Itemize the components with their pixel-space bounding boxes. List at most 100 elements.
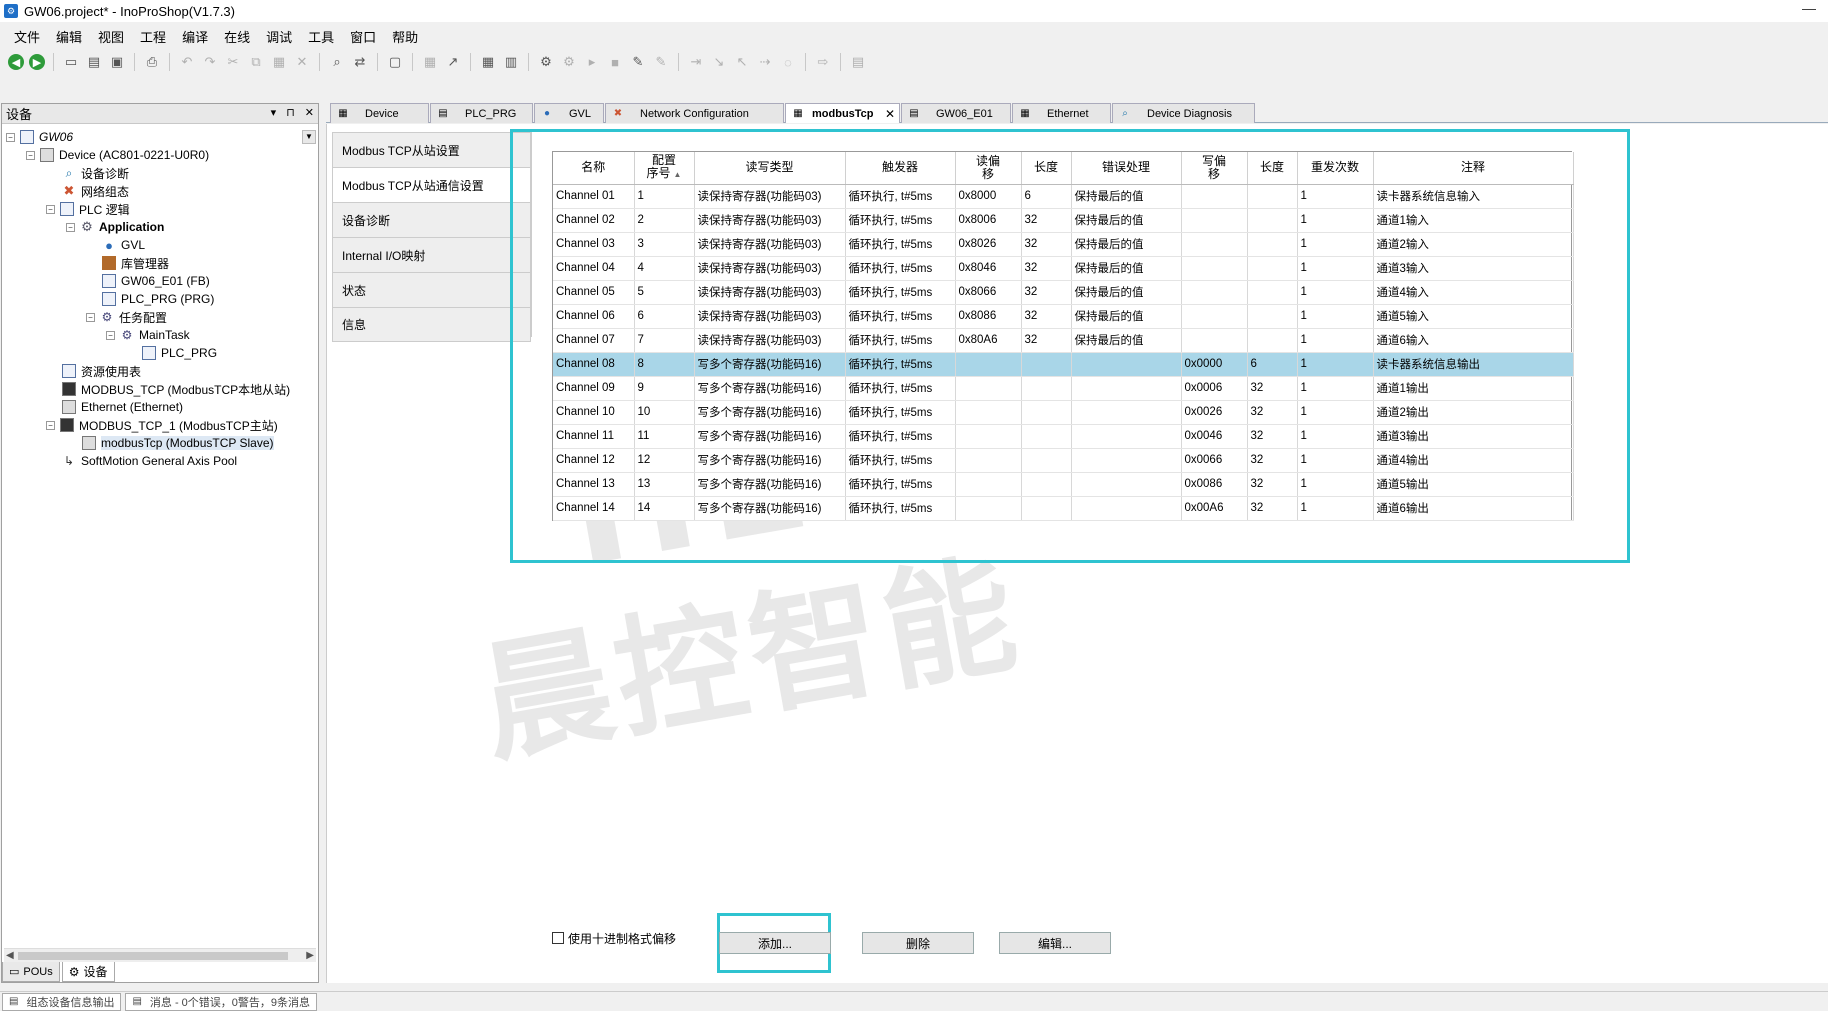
delete-button[interactable]: 删除 xyxy=(862,932,974,954)
table-cell[interactable] xyxy=(955,352,1022,377)
table-cell[interactable]: 0x8046 xyxy=(955,256,1022,281)
table-row[interactable]: Channel 05 5 读保持寄存器(功能码03) 循环执行, t#5ms 0x806… xyxy=(553,280,1574,305)
table-cell[interactable]: 1 xyxy=(1297,376,1374,401)
table-cell[interactable]: 通道4输入 xyxy=(1373,280,1574,305)
table-cell[interactable]: 读保持寄存器(功能码03) xyxy=(694,184,846,209)
table-cell[interactable]: 32 xyxy=(1247,424,1298,449)
table-cell[interactable] xyxy=(1071,448,1182,473)
column-header[interactable]: 名称 xyxy=(553,152,635,185)
table-cell[interactable]: 11 xyxy=(634,424,695,449)
login-icon[interactable]: ⚙ xyxy=(537,53,555,71)
table-cell[interactable]: 通道6输出 xyxy=(1373,496,1574,521)
build-icon[interactable]: ▦ xyxy=(479,53,497,71)
table-cell[interactable]: Channel 08 xyxy=(553,352,635,377)
table-cell[interactable]: 0x0046 xyxy=(1181,424,1248,449)
table-cell[interactable]: 读保持寄存器(功能码03) xyxy=(694,256,846,281)
column-header[interactable]: 长度 xyxy=(1021,152,1072,185)
column-header[interactable]: 读偏移 xyxy=(955,152,1022,185)
column-header[interactable]: 重发次数 xyxy=(1297,152,1374,185)
table-cell[interactable]: 6 xyxy=(634,304,695,329)
collapse-icon[interactable]: − xyxy=(86,312,95,322)
tree-resource-table[interactable]: 资源使用表 xyxy=(62,362,141,380)
menu-debug[interactable]: 调试 xyxy=(258,27,300,46)
table-cell[interactable]: 读保持寄存器(功能码03) xyxy=(694,304,846,329)
table-cell[interactable]: 32 xyxy=(1021,256,1072,281)
tree-ethernet[interactable]: Ethernet (Ethernet) xyxy=(62,398,183,416)
tab-pous[interactable]: ▭ POUs xyxy=(2,962,60,982)
table-cell[interactable]: 循环执行, t#5ms xyxy=(845,232,956,257)
table-cell[interactable]: 通道5输出 xyxy=(1373,472,1574,497)
table-cell[interactable]: 通道5输入 xyxy=(1373,304,1574,329)
nav-slave-settings[interactable]: Modbus TCP从站设置 xyxy=(332,132,531,167)
table-cell[interactable] xyxy=(1181,328,1248,353)
save-icon[interactable]: ▣ xyxy=(108,53,126,71)
table-row[interactable]: Channel 01 1 读保持寄存器(功能码03) 循环执行, t#5ms 0x800… xyxy=(553,184,1574,209)
table-row[interactable]: Channel 14 14 写多个寄存器(功能码16) 循环执行, t#5ms 0x00… xyxy=(553,496,1574,521)
select-all-icon[interactable]: ▢ xyxy=(386,53,404,71)
table-cell[interactable]: 0x8026 xyxy=(955,232,1022,257)
tree-modbus-slave[interactable]: modbusTcp (ModbusTCP Slave) xyxy=(82,434,274,452)
table-cell[interactable]: 32 xyxy=(1247,400,1298,425)
status-device-output[interactable]: ▤ 组态设备信息输出 xyxy=(2,992,122,1011)
step-into-icon[interactable]: ↘ xyxy=(710,53,728,71)
menu-project[interactable]: 工程 xyxy=(132,27,174,46)
table-cell[interactable]: 写多个寄存器(功能码16) xyxy=(694,424,846,449)
tree-library-manager[interactable]: 库管理器 xyxy=(102,254,169,272)
table-cell[interactable]: 5 xyxy=(634,280,695,305)
table-cell[interactable]: 循环执行, t#5ms xyxy=(845,496,956,521)
table-cell[interactable]: 读保持寄存器(功能码03) xyxy=(694,280,846,305)
table-cell[interactable]: 1 xyxy=(1297,304,1374,329)
menu-window[interactable]: 窗口 xyxy=(342,27,384,46)
table-cell[interactable]: Channel 10 xyxy=(553,400,635,425)
horizontal-scrollbar[interactable]: ◀ ▶ xyxy=(4,948,316,962)
table-cell[interactable]: 1 xyxy=(1297,448,1374,473)
table-cell[interactable]: 循环执行, t#5ms xyxy=(845,208,956,233)
table-cell[interactable]: 循环执行, t#5ms xyxy=(845,280,956,305)
tab-gvl[interactable]: ● GVL xyxy=(534,103,604,123)
breakpoint-icon[interactable]: ◌ xyxy=(779,53,797,71)
column-header[interactable]: 触发器 xyxy=(845,152,956,185)
table-cell[interactable] xyxy=(1247,208,1298,233)
add-button[interactable]: 添加... xyxy=(719,932,831,954)
table-cell[interactable]: 保持最后的值 xyxy=(1071,256,1182,281)
paste-icon[interactable]: ▦ xyxy=(270,53,288,71)
forward-icon[interactable]: ▶ xyxy=(29,54,45,70)
minimize-button[interactable]: — xyxy=(1802,0,1816,16)
table-cell[interactable]: 32 xyxy=(1247,448,1298,473)
table-row[interactable]: Channel 06 6 读保持寄存器(功能码03) 循环执行, t#5ms 0x808… xyxy=(553,304,1574,329)
table-cell[interactable]: 读保持寄存器(功能码03) xyxy=(694,328,846,353)
menu-online[interactable]: 在线 xyxy=(216,27,258,46)
table-cell[interactable] xyxy=(1021,424,1072,449)
table-cell[interactable] xyxy=(1247,280,1298,305)
find-icon[interactable]: ⌕ xyxy=(328,53,346,71)
table-cell[interactable] xyxy=(1247,184,1298,209)
scrollbar-thumb[interactable] xyxy=(18,952,288,960)
table-row[interactable]: Channel 10 10 写多个寄存器(功能码16) 循环执行, t#5ms 0x00… xyxy=(553,400,1574,425)
table-cell[interactable]: 32 xyxy=(1021,232,1072,257)
table-cell[interactable] xyxy=(1071,424,1182,449)
table-cell[interactable]: 1 xyxy=(1297,280,1374,305)
table-cell[interactable]: 0x00A6 xyxy=(1181,496,1248,521)
table-cell[interactable]: 循环执行, t#5ms xyxy=(845,304,956,329)
nav-io-mapping[interactable]: Internal I/O映射 xyxy=(332,237,531,272)
export-icon[interactable]: ↗ xyxy=(444,53,462,71)
table-cell[interactable]: 循环执行, t#5ms xyxy=(845,256,956,281)
nav-device-diagnosis[interactable]: 设备诊断 xyxy=(332,202,531,237)
table-cell[interactable]: 12 xyxy=(634,448,695,473)
table-cell[interactable]: 保持最后的值 xyxy=(1071,208,1182,233)
panel-menu-icon[interactable]: ▾ xyxy=(271,106,277,119)
table-cell[interactable]: 7 xyxy=(634,328,695,353)
menu-tools[interactable]: 工具 xyxy=(300,27,342,46)
back-icon[interactable]: ◀ xyxy=(8,54,24,70)
table-cell[interactable]: 通道1输出 xyxy=(1373,376,1574,401)
table-cell[interactable]: 读卡器系统信息输出 xyxy=(1373,352,1574,377)
tree-application[interactable]: − ⚙ Application xyxy=(66,218,164,236)
table-row[interactable]: Channel 04 4 读保持寄存器(功能码03) 循环执行, t#5ms 0x804… xyxy=(553,256,1574,281)
scroll-left-icon[interactable]: ◀ xyxy=(6,949,14,963)
step-over-icon[interactable]: ⇥ xyxy=(687,53,705,71)
column-header[interactable]: 写偏移 xyxy=(1181,152,1248,185)
table-cell[interactable]: 循环执行, t#5ms xyxy=(845,472,956,497)
menu-build[interactable]: 编译 xyxy=(174,27,216,46)
table-cell[interactable]: 32 xyxy=(1021,208,1072,233)
tree-device[interactable]: − Device (AC801-0221-U0R0) xyxy=(26,146,209,164)
